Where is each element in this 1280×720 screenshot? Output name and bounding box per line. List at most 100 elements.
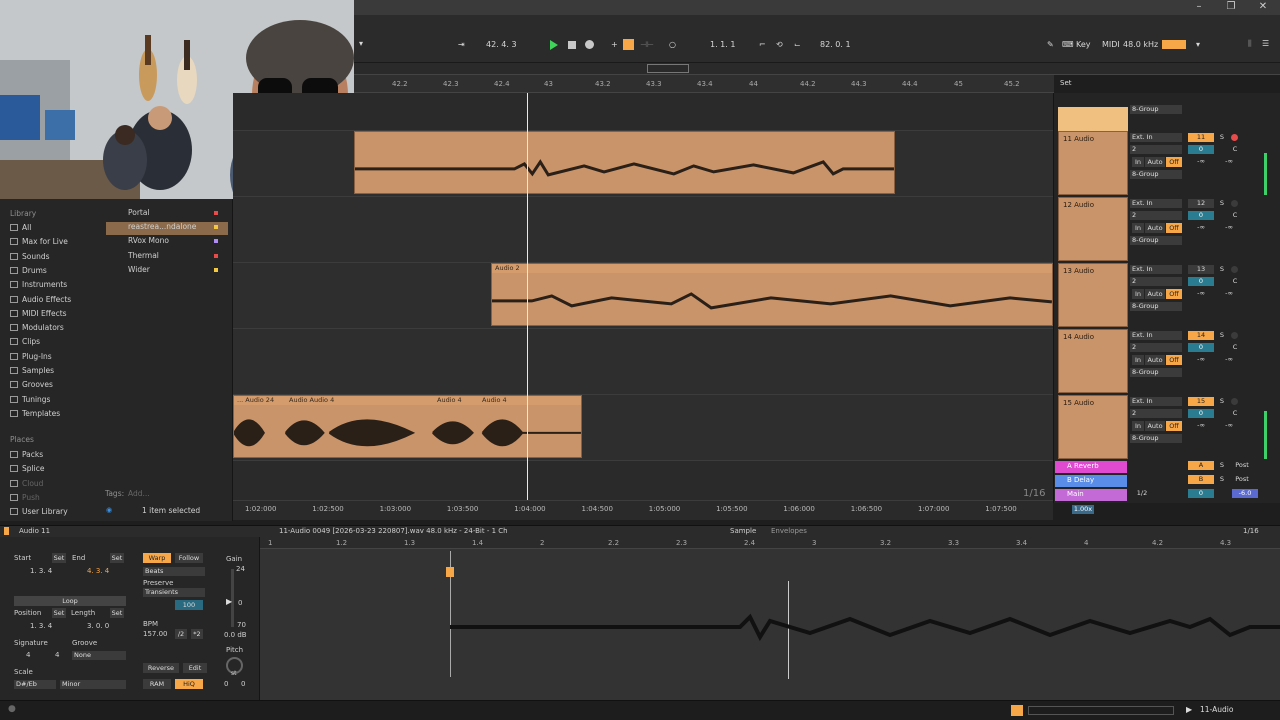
pan-field[interactable]: C bbox=[1229, 409, 1241, 418]
browser-file[interactable]: reastrea...ndalone bbox=[106, 222, 228, 236]
return-letter[interactable]: A bbox=[1188, 461, 1214, 470]
track-header[interactable]: 15 Audio bbox=[1058, 395, 1128, 459]
send-a-field[interactable]: -∞ bbox=[1188, 223, 1214, 232]
monitor-auto-button[interactable]: Auto bbox=[1145, 157, 1165, 167]
input-type-select[interactable]: Ext. In bbox=[1130, 331, 1182, 340]
main-db[interactable]: -6.0 bbox=[1232, 489, 1258, 498]
track-header[interactable]: 11 Audio bbox=[1058, 131, 1128, 195]
return-solo[interactable]: S bbox=[1217, 461, 1227, 470]
browser-file[interactable]: Portal bbox=[106, 208, 228, 221]
reverse-button[interactable]: Reverse bbox=[143, 663, 179, 673]
add-icon[interactable]: + bbox=[611, 40, 618, 49]
lane-group[interactable] bbox=[233, 93, 1053, 131]
gain-value[interactable]: 0.0 dB bbox=[224, 631, 247, 639]
scale-root-select[interactable]: D#/Eb bbox=[14, 680, 56, 689]
arrangement-overview[interactable] bbox=[354, 63, 1280, 75]
loop-length-field[interactable]: 82. 0. 1 bbox=[820, 40, 851, 49]
places-item[interactable]: User Library bbox=[10, 507, 68, 516]
audio-clip-15[interactable]: ... Audio 24 Audio Audio 4 Audio 4 Audio… bbox=[233, 395, 582, 458]
key-map-button[interactable]: Key bbox=[1076, 40, 1091, 49]
main-volume[interactable]: 0 bbox=[1188, 489, 1214, 498]
track-activator[interactable]: 14 bbox=[1188, 331, 1214, 340]
record-arm-icon[interactable] bbox=[1231, 332, 1238, 339]
clip-color[interactable] bbox=[4, 527, 9, 535]
detail-grid[interactable]: 1/16 bbox=[1243, 527, 1259, 535]
input-type-select[interactable]: Ext. In bbox=[1130, 199, 1182, 208]
output-select[interactable]: 8-Group bbox=[1130, 368, 1182, 377]
tab-sample[interactable]: Sample bbox=[730, 527, 756, 535]
send-a-field[interactable]: -∞ bbox=[1188, 421, 1214, 430]
track-header[interactable]: 12 Audio bbox=[1058, 197, 1128, 261]
return-post[interactable]: Post bbox=[1231, 461, 1253, 470]
monitor-in-button[interactable]: In bbox=[1132, 223, 1144, 233]
record-arm-icon[interactable] bbox=[1231, 200, 1238, 207]
library-item[interactable]: Instruments bbox=[10, 280, 67, 289]
group-selector[interactable]: 8-Group bbox=[1130, 105, 1182, 114]
scale-mode-select[interactable]: Minor bbox=[60, 680, 126, 689]
volume-field[interactable]: 0 bbox=[1188, 145, 1214, 154]
browser-file[interactable]: Wider bbox=[106, 265, 228, 278]
start-set-button[interactable]: Set bbox=[52, 553, 66, 563]
double-tempo-button[interactable]: *2 bbox=[191, 629, 203, 639]
follow-arrow-icon[interactable]: ⇥ bbox=[458, 40, 465, 49]
send-b-field[interactable]: -∞ bbox=[1216, 421, 1242, 430]
lane-14-audio[interactable] bbox=[233, 329, 1053, 395]
return-letter[interactable]: B bbox=[1188, 475, 1214, 484]
draw-mode-icon[interactable] bbox=[623, 39, 634, 50]
input-channel-select[interactable]: 2 bbox=[1130, 145, 1182, 154]
solo-button[interactable]: S bbox=[1217, 133, 1227, 142]
send-b-field[interactable]: -∞ bbox=[1216, 289, 1242, 298]
return-post[interactable]: Post bbox=[1231, 475, 1253, 484]
library-item[interactable]: Tunings bbox=[10, 395, 50, 404]
envelope-field[interactable]: 100 bbox=[175, 600, 203, 610]
punch-in-icon[interactable]: ⌐ bbox=[759, 40, 766, 49]
follow-button[interactable]: Follow bbox=[175, 553, 203, 563]
play-icon[interactable] bbox=[550, 40, 558, 50]
volume-field[interactable]: 0 bbox=[1188, 409, 1214, 418]
input-type-select[interactable]: Ext. In bbox=[1130, 265, 1182, 274]
bpm-field[interactable]: 157.00 bbox=[143, 630, 168, 638]
lane-12-audio[interactable] bbox=[233, 197, 1053, 263]
library-item[interactable]: MIDI Effects bbox=[10, 309, 67, 318]
monitor-in-button[interactable]: In bbox=[1132, 289, 1144, 299]
track-activator[interactable]: 11 bbox=[1188, 133, 1214, 142]
warp-mode-select[interactable]: Beats bbox=[143, 567, 205, 576]
return-solo[interactable]: S bbox=[1217, 475, 1227, 484]
library-item[interactable]: Grooves bbox=[10, 380, 53, 389]
end-field[interactable]: 4. 3. 4 bbox=[87, 567, 109, 575]
length-field[interactable]: 3. 0. 0 bbox=[87, 622, 109, 630]
lane-11-audio[interactable] bbox=[233, 131, 1053, 197]
pan-field[interactable]: C bbox=[1229, 343, 1241, 352]
volume-field[interactable]: 0 bbox=[1188, 277, 1214, 286]
browser-file[interactable]: Thermal bbox=[106, 251, 228, 264]
keyboard-icon[interactable]: ⌨ bbox=[1062, 40, 1074, 49]
library-item[interactable]: Templates bbox=[10, 409, 60, 418]
end-set-button[interactable]: Set bbox=[110, 553, 124, 563]
tab-envelopes[interactable]: Envelopes bbox=[771, 527, 807, 535]
hiq-button[interactable]: HiQ bbox=[175, 679, 203, 689]
return-track-header[interactable]: Main bbox=[1055, 489, 1127, 501]
set-button[interactable]: Set bbox=[1060, 79, 1072, 87]
edit-button[interactable]: Edit bbox=[183, 663, 207, 673]
overview-viewport[interactable] bbox=[647, 64, 689, 73]
position-field[interactable]: 1. 3. 4 bbox=[30, 622, 52, 630]
info-icon[interactable]: ◉ bbox=[106, 506, 112, 514]
restore-icon[interactable]: ❐ bbox=[1224, 1, 1238, 12]
library-item[interactable]: Samples bbox=[10, 366, 54, 375]
monitor-off-button[interactable]: Off bbox=[1166, 355, 1182, 365]
input-type-select[interactable]: Ext. In bbox=[1130, 133, 1182, 142]
sample-editor[interactable]: 1 1.2 1.3 1.4 2 2.2 2.3 2.4 3 3.2 3.3 3.4 4 4.2 4.3 bbox=[260, 537, 1280, 700]
library-item[interactable]: Audio Effects bbox=[10, 295, 71, 304]
playhead[interactable] bbox=[527, 93, 528, 503]
send-b-field[interactable]: -∞ bbox=[1216, 223, 1242, 232]
tags-input[interactable]: Add... bbox=[128, 489, 150, 498]
pitch-semitones[interactable]: 0 bbox=[224, 680, 228, 688]
record-arm-icon[interactable] bbox=[1231, 266, 1238, 273]
ram-button[interactable]: RAM bbox=[143, 679, 171, 689]
library-item[interactable]: Modulators bbox=[10, 323, 64, 332]
record-icon[interactable] bbox=[585, 40, 594, 49]
lane-13-audio[interactable]: Audio 2 bbox=[233, 263, 1053, 329]
solo-button[interactable]: S bbox=[1217, 331, 1227, 340]
monitor-in-button[interactable]: In bbox=[1132, 355, 1144, 365]
metronome-icon[interactable]: ○ bbox=[669, 40, 676, 49]
